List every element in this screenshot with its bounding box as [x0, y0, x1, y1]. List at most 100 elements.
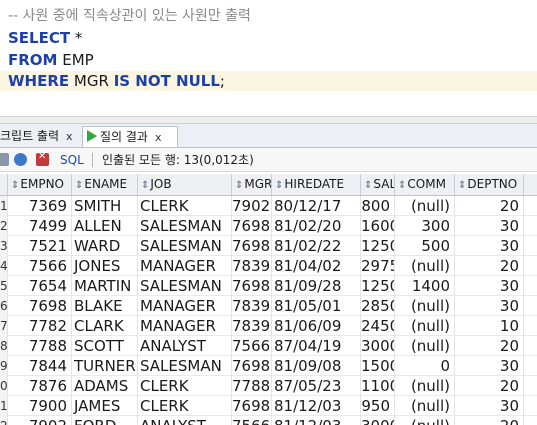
cell-job[interactable]: SALESMAN: [138, 216, 232, 236]
column-header-deptno[interactable]: ⇕DEPTNO: [455, 174, 524, 195]
cell-mgr[interactable]: 7839: [232, 316, 272, 336]
cell-comm[interactable]: (null): [395, 336, 455, 356]
cell-hiredate[interactable]: 81/02/22: [272, 236, 361, 256]
cell-job[interactable]: MANAGER: [138, 256, 232, 276]
cell-job[interactable]: CLERK: [138, 196, 232, 216]
table-row[interactable]: 07876ADAMSCLERK778887/05/231100(null)20: [0, 376, 537, 396]
tab-script-output-close-icon[interactable]: x: [66, 130, 73, 143]
sql-button[interactable]: SQL: [60, 152, 84, 168]
cell-mgr[interactable]: 7839: [232, 256, 272, 276]
column-header-hiredate[interactable]: ⇕HIREDATE: [272, 174, 361, 195]
cell-comm[interactable]: (null): [395, 296, 455, 316]
column-header-empno[interactable]: ⇕EMPNO: [8, 174, 72, 195]
table-row[interactable]: 57654MARTINSALESMAN769881/09/28125014003…: [0, 276, 537, 296]
cell-empno[interactable]: 7782: [8, 316, 72, 336]
column-header-sal[interactable]: ⇕SAL: [361, 174, 395, 195]
cell-sal[interactable]: 1250: [361, 276, 395, 296]
cell-empno[interactable]: 7902: [8, 416, 72, 425]
cell-mgr[interactable]: 7566: [232, 336, 272, 356]
cell-comm[interactable]: 1400: [395, 276, 455, 296]
cell-ename[interactable]: JAMES: [72, 396, 138, 416]
cell-deptno[interactable]: 20: [455, 376, 524, 396]
tab-query-result-close-icon[interactable]: x: [155, 131, 162, 144]
cell-hiredate[interactable]: 81/05/01: [272, 296, 361, 316]
cell-comm[interactable]: 500: [395, 236, 455, 256]
cell-sal[interactable]: 2450: [361, 316, 395, 336]
cell-mgr[interactable]: 7698: [232, 396, 272, 416]
cell-mgr[interactable]: 7698: [232, 216, 272, 236]
cell-mgr[interactable]: 7902: [232, 196, 272, 216]
refresh-icon[interactable]: [14, 153, 27, 166]
delete-icon[interactable]: [36, 151, 49, 166]
cell-sal[interactable]: 1250: [361, 236, 395, 256]
cell-empno[interactable]: 7844: [8, 356, 72, 376]
cell-sal[interactable]: 2850: [361, 296, 395, 316]
cell-hiredate[interactable]: 80/12/17: [272, 196, 361, 216]
cell-empno[interactable]: 7900: [8, 396, 72, 416]
tab-query-result[interactable]: 질의 결과 x: [82, 126, 178, 147]
cell-empno[interactable]: 7876: [8, 376, 72, 396]
cell-deptno[interactable]: 30: [455, 216, 524, 236]
cell-comm[interactable]: (null): [395, 196, 455, 216]
column-header-ename[interactable]: ⇕ENAME: [72, 174, 138, 195]
cell-deptno[interactable]: 20: [455, 336, 524, 356]
cell-empno[interactable]: 7499: [8, 216, 72, 236]
cell-hiredate[interactable]: 87/05/23: [272, 376, 361, 396]
sql-editor[interactable]: -- 사원 중에 직속상관이 있는 사원만 출력 SELECT * FROM E…: [0, 0, 537, 116]
cell-empno[interactable]: 7521: [8, 236, 72, 256]
cell-comm[interactable]: (null): [395, 256, 455, 276]
cell-job[interactable]: ANALYST: [138, 336, 232, 356]
cell-comm[interactable]: 300: [395, 216, 455, 236]
cell-sal[interactable]: 950: [361, 396, 395, 416]
table-row[interactable]: 67698BLAKEMANAGER783981/05/012850(null)3…: [0, 296, 537, 316]
cell-ename[interactable]: TURNER: [72, 356, 138, 376]
tab-script-output[interactable]: 크립트 출력 x: [0, 126, 78, 147]
cell-hiredate[interactable]: 87/04/19: [272, 336, 361, 356]
cell-sal[interactable]: 800: [361, 196, 395, 216]
cell-job[interactable]: CLERK: [138, 376, 232, 396]
cell-deptno[interactable]: 30: [455, 276, 524, 296]
cell-hiredate[interactable]: 81/12/03: [272, 396, 361, 416]
cell-comm[interactable]: (null): [395, 396, 455, 416]
cell-empno[interactable]: 7654: [8, 276, 72, 296]
cell-empno[interactable]: 7788: [8, 336, 72, 356]
cell-ename[interactable]: ALLEN: [72, 216, 138, 236]
cell-deptno[interactable]: 30: [455, 396, 524, 416]
cell-ename[interactable]: JONES: [72, 256, 138, 276]
cell-empno[interactable]: 7698: [8, 296, 72, 316]
cell-job[interactable]: SALESMAN: [138, 236, 232, 256]
cell-job[interactable]: ANALYST: [138, 416, 232, 425]
cell-ename[interactable]: SCOTT: [72, 336, 138, 356]
table-row[interactable]: 77782CLARKMANAGER783981/06/092450(null)1…: [0, 316, 537, 336]
cell-sal[interactable]: 1600: [361, 216, 395, 236]
cell-comm[interactable]: 0: [395, 356, 455, 376]
cell-ename[interactable]: SMITH: [72, 196, 138, 216]
column-header-job[interactable]: ⇕JOB: [138, 174, 232, 195]
cell-comm[interactable]: (null): [395, 416, 455, 425]
cell-deptno[interactable]: 10: [455, 316, 524, 336]
cell-mgr[interactable]: 7698: [232, 236, 272, 256]
cell-deptno[interactable]: 30: [455, 296, 524, 316]
table-row[interactable]: 27499ALLENSALESMAN769881/02/20160030030: [0, 216, 537, 236]
cell-deptno[interactable]: 30: [455, 356, 524, 376]
cell-empno[interactable]: 7566: [8, 256, 72, 276]
cell-job[interactable]: MANAGER: [138, 296, 232, 316]
cell-ename[interactable]: BLAKE: [72, 296, 138, 316]
cell-sal[interactable]: 3000: [361, 416, 395, 425]
table-row[interactable]: 1 7900 JAMES CLERK 7698 81/12/03 950 (null) 30: [0, 396, 537, 416]
cell-sal[interactable]: 3000: [361, 336, 395, 356]
cell-comm[interactable]: (null): [395, 316, 455, 336]
cell-deptno[interactable]: 20: [455, 196, 524, 216]
cell-hiredate[interactable]: 81/02/20: [272, 216, 361, 236]
cell-deptno[interactable]: 20: [455, 256, 524, 276]
cell-job[interactable]: CLERK: [138, 396, 232, 416]
table-row[interactable]: 37521WARDSALESMAN769881/02/22125050030: [0, 236, 537, 256]
cell-ename[interactable]: CLARK: [72, 316, 138, 336]
cell-mgr[interactable]: 7698: [232, 356, 272, 376]
table-row[interactable]: 47566JONESMANAGER783981/04/022975(null)2…: [0, 256, 537, 276]
cell-hiredate[interactable]: 81/09/08: [272, 356, 361, 376]
pane-splitter[interactable]: [0, 116, 537, 124]
cell-sal[interactable]: 1500: [361, 356, 395, 376]
cell-mgr[interactable]: 7698: [232, 276, 272, 296]
cell-deptno[interactable]: 20: [455, 416, 524, 425]
